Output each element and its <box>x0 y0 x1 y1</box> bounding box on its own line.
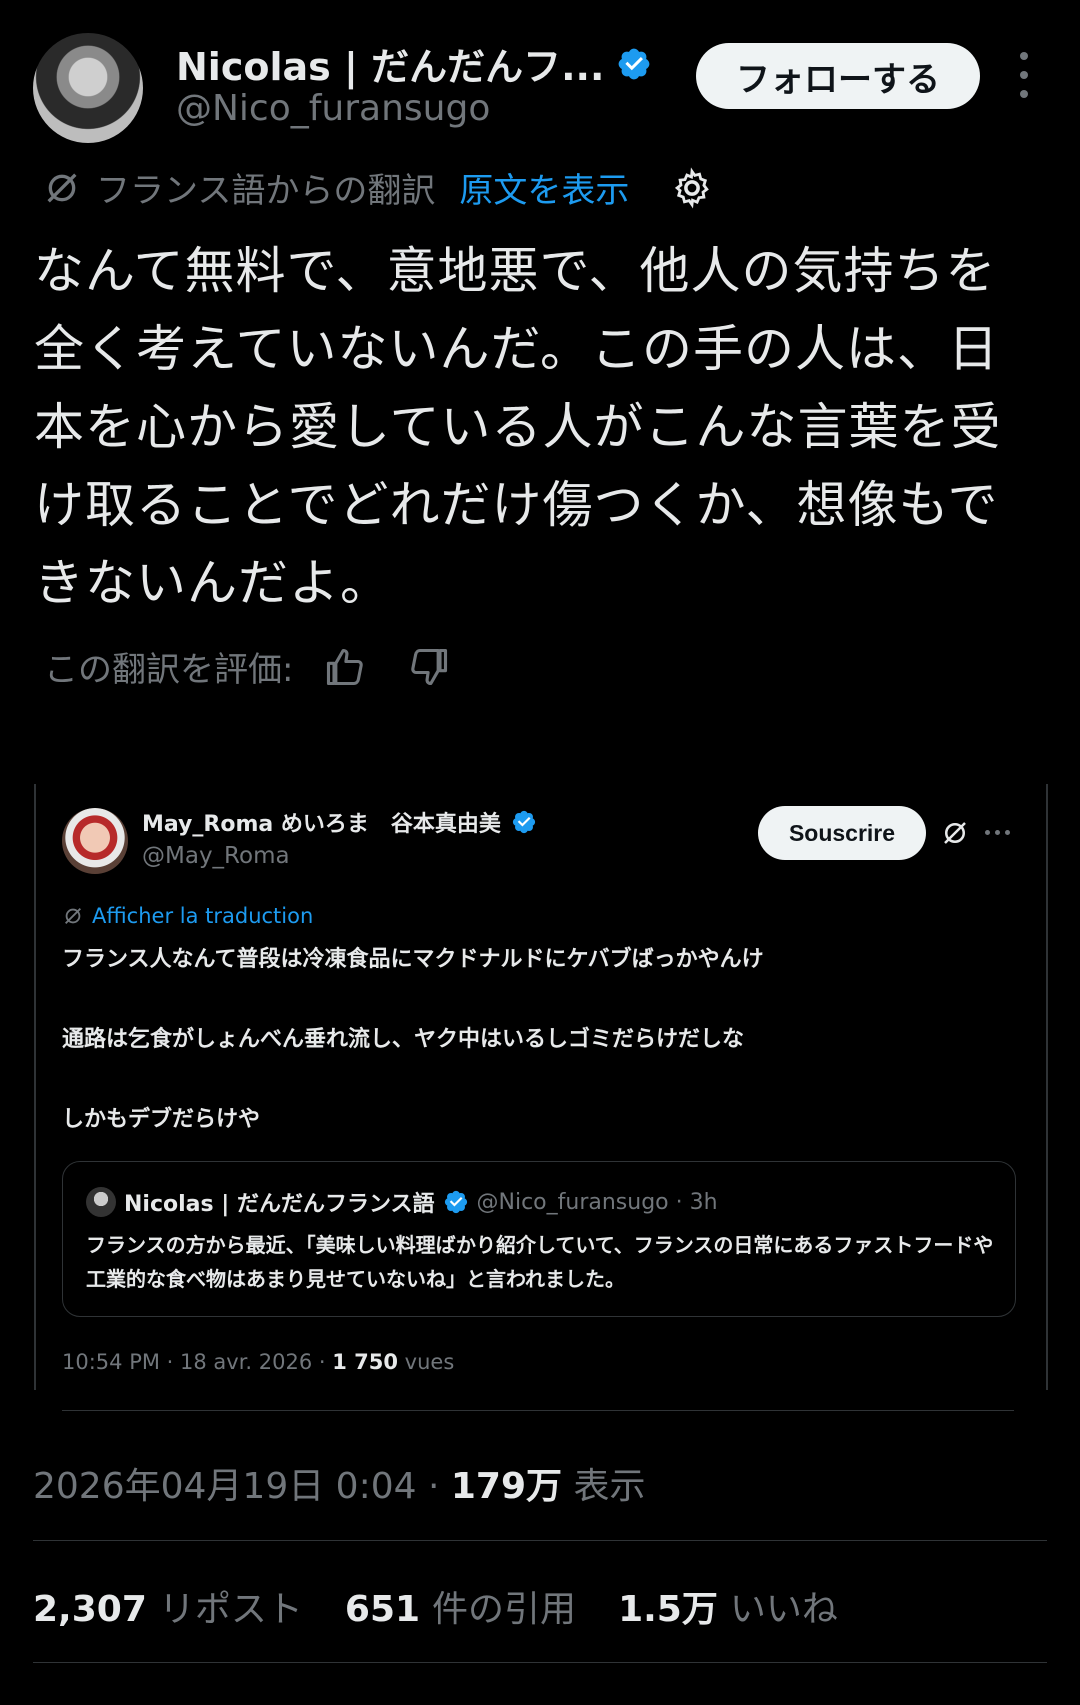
quote-name-row[interactable]: May_Roma めいろま 谷本真由美 <box>142 806 537 838</box>
engagement-stats: 2,307 リポスト 651 件の引用 1.5万 いいね <box>33 1580 868 1632</box>
quote-paragraph: フランス人なんて普段は冷凍食品にマクドナルドにケバブばっかやんけ <box>62 947 764 972</box>
quote-meta-views: 1 750 <box>332 1350 398 1374</box>
grok-translate-icon <box>65 908 81 924</box>
subscribe-button[interactable]: Souscrire <box>758 806 926 860</box>
quote-meta-views-label: vues <box>398 1350 455 1374</box>
quote-paragraph: 通路は乞食がしょんべん垂れ流し、ヤク中はいるしゴミだらけだしな <box>62 1027 745 1052</box>
divider <box>62 1410 1014 1411</box>
rate-label: この翻訳を評価: <box>44 650 294 690</box>
reposts-count[interactable]: 2,307 <box>33 1589 147 1630</box>
grok-translate-icon[interactable] <box>940 818 970 848</box>
translation-label: フランス語からの翻訳 <box>96 171 436 211</box>
quote-display-name[interactable]: May_Roma めいろま 谷本真由美 <box>142 806 501 838</box>
divider <box>33 1540 1047 1541</box>
quotes-count[interactable]: 651 <box>345 1589 420 1630</box>
author-display-name[interactable]: Nicolas | だんだんフ... <box>176 36 604 91</box>
show-translation-link[interactable]: Afficher la traduction <box>92 904 313 928</box>
quote-avatar[interactable] <box>62 808 128 874</box>
more-icon[interactable] <box>1010 52 1038 98</box>
thumbs-up-icon[interactable] <box>323 645 367 689</box>
author-handle[interactable]: @Nico_furansugo <box>176 88 490 129</box>
inner-handle-time: @Nico_furansugo · 3h <box>476 1189 718 1215</box>
verified-badge-icon <box>512 810 535 834</box>
quote-handle[interactable]: @May_Roma <box>142 843 290 869</box>
reposts-label[interactable]: リポスト <box>159 1580 303 1632</box>
author-name-row[interactable]: Nicolas | だんだんフ... <box>176 36 652 91</box>
quote-body: フランス人なんて普段は冷凍食品にマクドナルドにケバブばっかやんけ 通路は乞食がし… <box>62 940 982 1180</box>
translation-bar: フランス語からの翻訳 原文を表示 <box>42 163 713 212</box>
views-count: 179万 <box>450 1466 563 1507</box>
grok-translate-icon <box>47 172 77 203</box>
timestamp-datetime: 2026年04月19日 0:04 · <box>33 1466 451 1507</box>
author-avatar[interactable] <box>33 33 143 143</box>
tweet-timestamp[interactable]: 2026年04月19日 0:04 · 179万 表示 <box>33 1457 645 1509</box>
quote-translate-row[interactable]: Afficher la traduction <box>62 904 313 928</box>
inner-tweet-header: Nicolas | だんだんフランス語 @Nico_furansugo · 3h <box>86 1186 718 1218</box>
follow-button[interactable]: フォローする <box>696 43 980 109</box>
inner-avatar <box>86 1187 116 1217</box>
verified-badge-icon <box>619 48 650 79</box>
inner-tweet-text: フランスの方から最近、「美味しい料理ばかり紹介していて、フランスの日常にあるファ… <box>86 1233 994 1291</box>
divider <box>33 1662 1047 1663</box>
verified-badge-icon <box>444 1190 467 1214</box>
inner-display-name: Nicolas | だんだんフランス語 <box>124 1192 435 1217</box>
rate-translation: この翻訳を評価: <box>44 642 451 691</box>
likes-count[interactable]: 1.5万 <box>618 1580 718 1632</box>
quote-more-icon[interactable] <box>985 830 1010 835</box>
quote-paragraph: しかもデブだらけや <box>62 1107 261 1132</box>
views-label: 表示 <box>562 1466 646 1507</box>
quote-meta: 10:54 PM · 18 avr. 2026 · 1 750 vues <box>62 1350 454 1374</box>
tweet-body: なんて無料で、意地悪で、他人の気持ちを全く考えていないんだ。この手の人は、日本を… <box>34 242 1002 612</box>
show-original-link[interactable]: 原文を表示 <box>459 163 629 212</box>
likes-label[interactable]: いいね <box>730 1580 838 1632</box>
quotes-label[interactable]: 件の引用 <box>432 1580 576 1632</box>
gear-icon[interactable] <box>671 166 713 209</box>
quote-meta-time: 10:54 PM · 18 avr. 2026 · <box>62 1350 333 1374</box>
thumbs-down-icon[interactable] <box>407 645 451 689</box>
